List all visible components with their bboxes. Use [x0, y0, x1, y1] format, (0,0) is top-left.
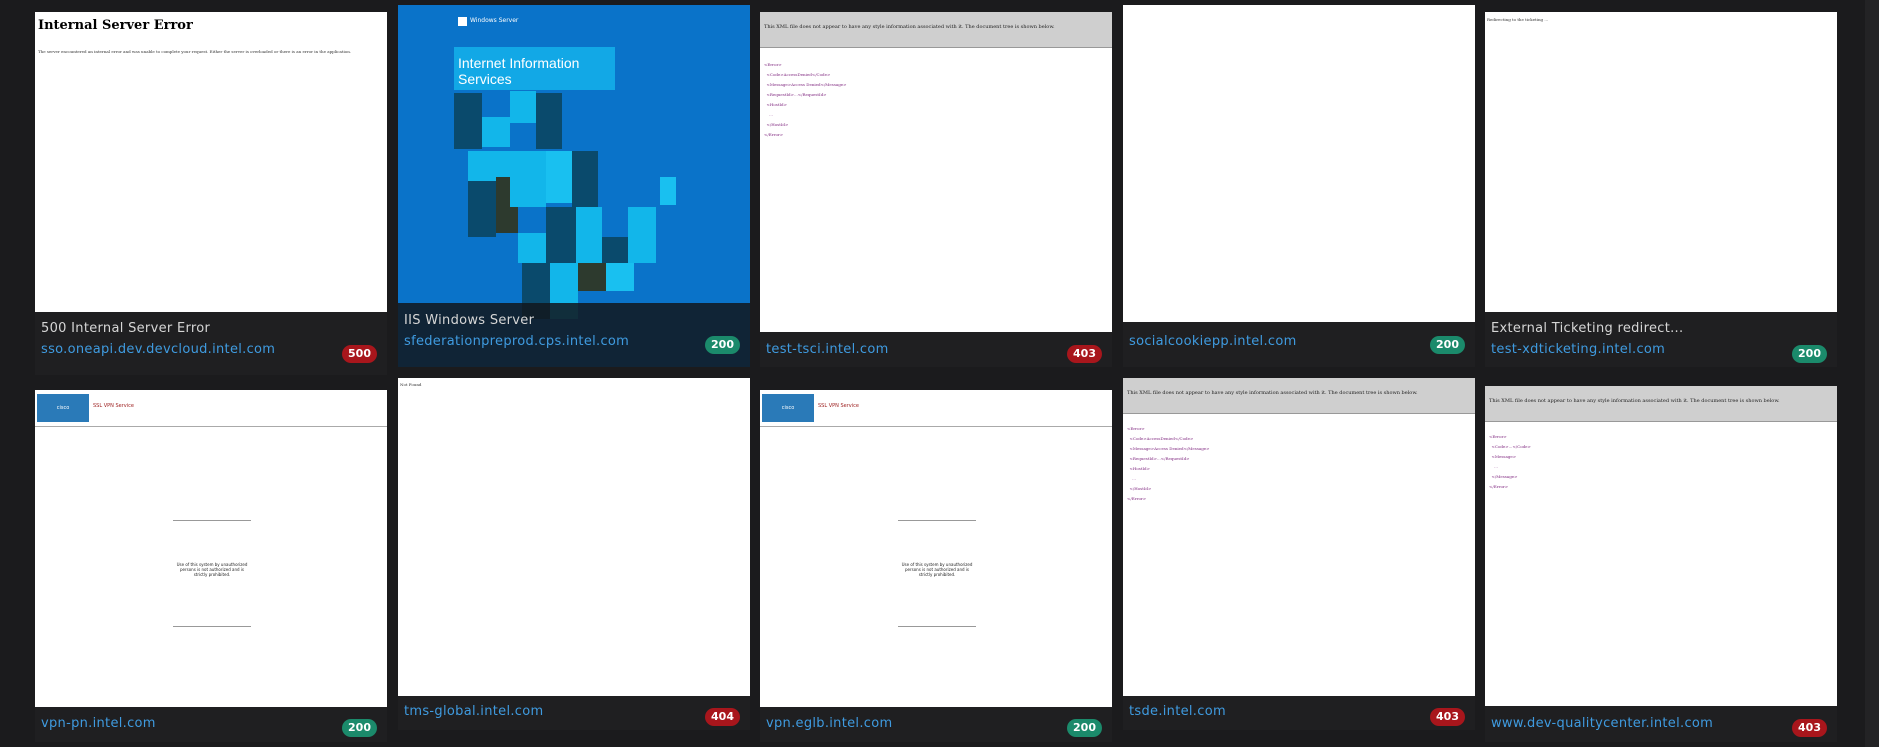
cisco-header: cisco SSL VPN Service	[760, 390, 1112, 427]
result-card[interactable]: Redirecting to the ticketing ... Externa…	[1485, 12, 1837, 367]
xml-info-bar: This XML file does not appear to have an…	[1123, 378, 1475, 414]
xml-info-text: This XML file does not appear to have an…	[1127, 390, 1418, 396]
status-badge: 403	[1792, 719, 1827, 737]
page-screenshot[interactable]: Not Found	[398, 378, 750, 696]
card-title: External Ticketing redirect...	[1491, 321, 1684, 336]
card-host-link[interactable]: socialcookiepp.intel.com	[1129, 334, 1297, 349]
status-badge: 200	[1430, 336, 1465, 354]
divider	[898, 626, 976, 627]
card-host-link[interactable]: sfederationpreprod.cps.intel.com	[404, 334, 629, 349]
card-host-link[interactable]: vpn-pn.intel.com	[41, 716, 156, 731]
iis-tile	[628, 207, 656, 263]
screenshot-text: Redirecting to the ticketing ...	[1487, 17, 1549, 22]
iis-tile	[536, 93, 562, 149]
status-badge: 200	[1792, 345, 1827, 363]
iis-tile	[602, 237, 628, 263]
cisco-message: Use of this system by unauthorized perso…	[176, 562, 248, 577]
xml-tree: <Error> <Code>AccessDenied</Code> <Messa…	[764, 62, 847, 137]
xml-tree: <Error> <Code>AccessDenied</Code> <Messa…	[1127, 426, 1210, 501]
card-title: IIS Windows Server	[404, 313, 535, 328]
card-host-link[interactable]: tsde.intel.com	[1129, 704, 1226, 719]
iis-banner-text: Internet Information Services	[458, 55, 580, 87]
card-host-link[interactable]: test-tsci.intel.com	[766, 342, 889, 357]
result-card[interactable]: This XML file does not appear to have an…	[1485, 386, 1837, 742]
page-screenshot[interactable]: This XML file does not appear to have an…	[1485, 386, 1837, 706]
cisco-title: SSL VPN Service	[818, 403, 859, 409]
iis-tile	[578, 263, 606, 291]
result-card[interactable]: socialcookiepp.intel.com 200	[1123, 5, 1475, 367]
xml-info-bar: This XML file does not appear to have an…	[1485, 386, 1837, 422]
card-host-link[interactable]: vpn.eglb.intel.com	[766, 716, 892, 731]
xml-info-text: This XML file does not appear to have an…	[764, 24, 1055, 30]
result-card[interactable]: Windows Server Internet Information Serv…	[398, 5, 750, 367]
xml-info-bar: This XML file does not appear to have an…	[760, 12, 1112, 48]
divider	[173, 626, 251, 627]
page-screenshot[interactable]: This XML file does not appear to have an…	[760, 12, 1112, 332]
status-badge: 403	[1430, 708, 1465, 726]
iis-tile	[572, 151, 598, 207]
page-screenshot[interactable]: Redirecting to the ticketing ...	[1485, 12, 1837, 312]
iis-tile	[606, 263, 634, 291]
result-card[interactable]: This XML file does not appear to have an…	[760, 12, 1112, 367]
divider	[898, 520, 976, 521]
cisco-logo-icon: cisco	[37, 394, 89, 422]
status-badge: 500	[342, 345, 377, 363]
screenshot-text: Not Found	[400, 382, 422, 387]
iis-tile	[576, 207, 602, 263]
iis-tile	[546, 207, 576, 263]
page-scrollbar[interactable]	[1865, 0, 1879, 747]
iis-banner: Internet Information Services	[454, 47, 615, 90]
result-card[interactable]: Not Found tms-global.intel.com 404	[398, 378, 750, 730]
iis-tile	[454, 93, 482, 149]
xml-tree: <Error> <Code>...</Code> <Message> ... <…	[1489, 434, 1531, 489]
xml-info-text: This XML file does not appear to have an…	[1489, 398, 1780, 404]
cisco-header: cisco SSL VPN Service	[35, 390, 387, 427]
page-screenshot[interactable]: This XML file does not appear to have an…	[1123, 378, 1475, 696]
page-screenshot[interactable]: cisco SSL VPN Service Use of this system…	[760, 390, 1112, 707]
status-badge: 403	[1067, 345, 1102, 363]
cisco-message: Use of this system by unauthorized perso…	[901, 562, 973, 577]
card-host-link[interactable]: www.dev-qualitycenter.intel.com	[1491, 716, 1713, 731]
card-host-link[interactable]: sso.oneapi.dev.devcloud.intel.com	[41, 342, 275, 357]
iis-tile	[510, 151, 546, 207]
iis-tile	[468, 181, 496, 237]
cisco-title: SSL VPN Service	[93, 403, 134, 409]
iis-tile	[518, 233, 546, 263]
result-card[interactable]: cisco SSL VPN Service Use of this system…	[760, 390, 1112, 742]
result-card[interactable]: cisco SSL VPN Service Use of this system…	[35, 390, 387, 742]
status-badge: 404	[705, 708, 740, 726]
page-screenshot[interactable]	[1123, 5, 1475, 322]
card-title: 500 Internal Server Error	[41, 321, 211, 336]
screenshot-text: The server encountered an internal error…	[38, 49, 352, 54]
page-screenshot[interactable]: Internal Server Error The server encount…	[35, 12, 387, 312]
iis-tile	[510, 91, 536, 123]
card-host-link[interactable]: tms-global.intel.com	[404, 704, 543, 719]
card-host-link[interactable]: test-xdticketing.intel.com	[1491, 342, 1665, 357]
iis-tile	[482, 117, 510, 147]
status-badge: 200	[705, 336, 740, 354]
windows-brand: Windows Server	[470, 17, 519, 24]
page-screenshot[interactable]: cisco SSL VPN Service Use of this system…	[35, 390, 387, 707]
cisco-logo-icon: cisco	[762, 394, 814, 422]
result-card[interactable]: This XML file does not appear to have an…	[1123, 378, 1475, 730]
status-badge: 200	[1067, 719, 1102, 737]
iis-tile	[660, 177, 676, 205]
screenshot-heading: Internal Server Error	[38, 18, 193, 33]
iis-tile	[546, 151, 572, 203]
divider	[173, 520, 251, 521]
windows-logo-icon	[458, 17, 467, 26]
result-card[interactable]: Internal Server Error The server encount…	[35, 12, 387, 375]
status-badge: 200	[342, 719, 377, 737]
